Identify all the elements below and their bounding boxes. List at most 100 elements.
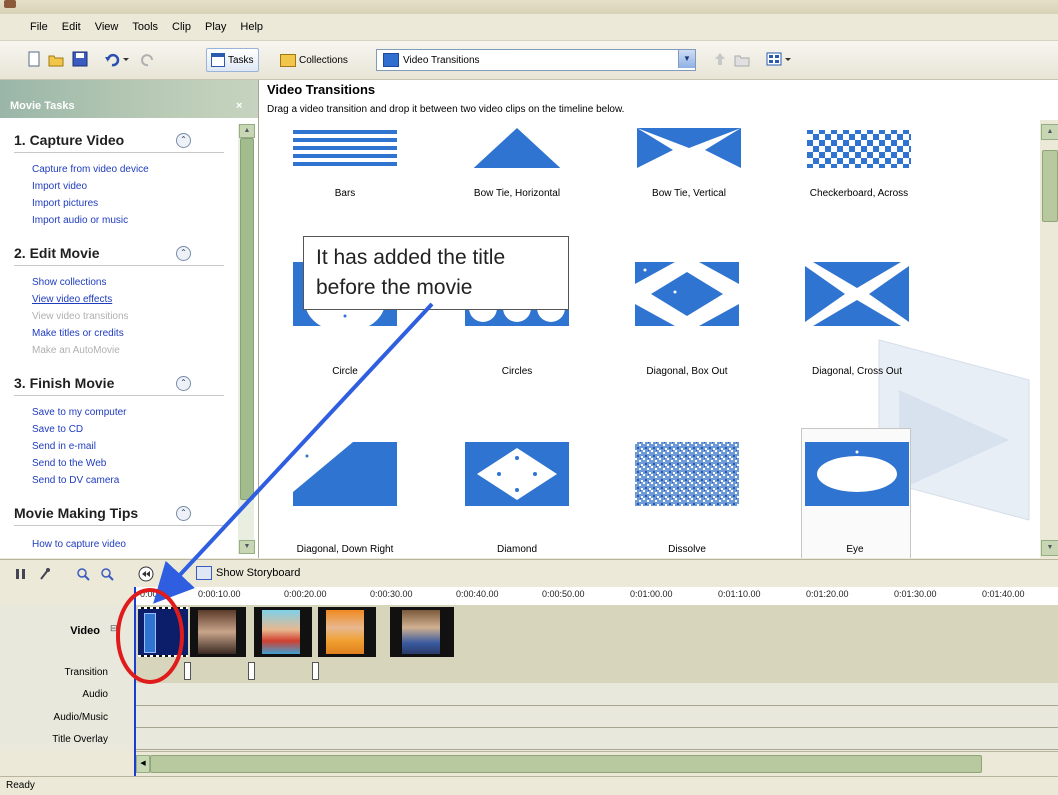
transition-thumb-diagonal-cross-out[interactable] [805, 262, 909, 326]
menu-file[interactable]: File [30, 14, 48, 40]
scroll-down-icon[interactable]: ▼ [1041, 540, 1058, 556]
rewind-timeline-icon[interactable] [138, 566, 154, 582]
set-audio-levels-icon[interactable] [14, 567, 28, 581]
link-save-to-cd[interactable]: Save to CD [32, 424, 83, 435]
transition-label: Checkerboard, Across [809, 188, 909, 199]
menu-edit[interactable]: Edit [62, 14, 81, 40]
transition-thumb-eye[interactable] [805, 442, 909, 506]
callout-line-1: It has added the title [316, 246, 506, 269]
video-clip[interactable] [390, 607, 454, 657]
save-icon[interactable] [72, 51, 88, 67]
ruler-tick: 0:01:30.00 [894, 589, 937, 599]
transitions-scrollbar[interactable]: ▲ ▼ [1040, 120, 1058, 558]
scroll-thumb[interactable] [1042, 150, 1058, 222]
tasks-scrollbar[interactable]: ▲ ▼ [238, 124, 255, 554]
transition-thumb-diagonal-down-right[interactable] [293, 442, 397, 506]
link-make-automovie: Make an AutoMovie [32, 345, 120, 356]
transition-thumb-diamond[interactable] [465, 442, 569, 506]
link-capture-from-device[interactable]: Capture from video device [32, 164, 149, 175]
undo-icon[interactable] [104, 51, 120, 67]
video-clip[interactable] [254, 607, 312, 657]
new-collection-folder-icon[interactable] [734, 51, 750, 67]
link-send-dv[interactable]: Send to DV camera [32, 475, 119, 486]
section-edit-movie[interactable]: 2. Edit Movie [14, 245, 100, 261]
combo-dropdown-arrow[interactable]: ▼ [678, 50, 695, 68]
menu-play[interactable]: Play [205, 14, 226, 40]
playhead[interactable] [134, 587, 136, 777]
scroll-left-icon[interactable]: ◀ [136, 755, 150, 773]
transition-marker[interactable] [248, 662, 255, 680]
section-capture-video[interactable]: 1. Capture Video [14, 132, 124, 148]
menu-clip[interactable]: Clip [172, 14, 191, 40]
scroll-thumb[interactable] [150, 755, 982, 773]
collection-combo[interactable]: Video Transitions ▼ [376, 49, 696, 71]
narrate-timeline-icon[interactable] [38, 567, 52, 581]
link-import-pictures[interactable]: Import pictures [32, 198, 98, 209]
link-import-audio[interactable]: Import audio or music [32, 215, 128, 226]
up-one-level-icon[interactable] [712, 51, 728, 67]
zoom-in-icon[interactable] [76, 567, 90, 581]
timeline-ruler[interactable]: 0:00 0:00:10.00 0:00:20.00 0:00:30.00 0:… [136, 587, 1058, 606]
track-divider [136, 727, 1058, 728]
redo-icon[interactable] [140, 51, 156, 67]
undo-dropdown-icon[interactable] [122, 51, 130, 67]
collapse-chevron-icon[interactable]: ⌃ [176, 133, 191, 148]
transition-thumb-bow-tie-horizontal[interactable] [465, 120, 569, 168]
transition-label: Diagonal, Cross Out [811, 366, 903, 377]
page-subtitle: Drag a video transition and drop it betw… [267, 104, 625, 115]
scroll-thumb[interactable] [240, 138, 254, 500]
views-dropdown-icon[interactable] [784, 51, 792, 67]
film-perforation [138, 607, 188, 609]
section-movie-tips[interactable]: Movie Making Tips [14, 505, 138, 521]
collections-button[interactable]: Collections [275, 48, 353, 72]
link-import-video[interactable]: Import video [32, 181, 87, 192]
close-tasks-icon[interactable]: × [236, 100, 242, 112]
video-clip[interactable] [318, 607, 376, 657]
link-how-to-capture[interactable]: How to capture video [32, 539, 126, 550]
timeline-scrollbar[interactable]: ◀ [136, 751, 1058, 776]
collapse-chevron-icon[interactable]: ⌃ [176, 246, 191, 261]
collapse-chevron-icon[interactable]: ⌃ [176, 506, 191, 521]
toolbar: Tasks Collections Video Transitions ▼ [0, 41, 1058, 80]
video-track[interactable] [136, 605, 1058, 660]
collapse-chevron-icon[interactable]: ⌃ [176, 376, 191, 391]
expand-track-icon[interactable]: ⊟ [110, 623, 118, 634]
section-finish-movie[interactable]: 3. Finish Movie [14, 375, 114, 391]
transition-thumb-dissolve[interactable] [635, 442, 739, 506]
link-show-collections[interactable]: Show collections [32, 277, 106, 288]
transition-thumb-diagonal-box-out[interactable] [635, 262, 739, 326]
track-label-audio-music: Audio/Music [53, 712, 108, 723]
combo-value: Video Transitions [403, 54, 480, 66]
transition-marker[interactable] [312, 662, 319, 680]
link-view-video-effects[interactable]: View video effects [32, 294, 112, 305]
zoom-out-icon[interactable] [100, 567, 114, 581]
scroll-up-icon[interactable]: ▲ [239, 124, 255, 138]
scroll-up-icon[interactable]: ▲ [1041, 124, 1058, 140]
transition-label: Eye [846, 544, 864, 555]
tasks-button[interactable]: Tasks [206, 48, 259, 72]
transition-thumb-bars[interactable] [293, 120, 397, 168]
link-send-web[interactable]: Send to the Web [32, 458, 106, 469]
ruler-tick: 0:01:20.00 [806, 589, 849, 599]
link-save-to-computer[interactable]: Save to my computer [32, 407, 126, 418]
menu-help[interactable]: Help [240, 14, 263, 40]
menu-tools[interactable]: Tools [132, 14, 158, 40]
transition-thumb-bow-tie-vertical[interactable] [637, 120, 741, 168]
scroll-down-icon[interactable]: ▼ [239, 540, 255, 554]
transition-marker[interactable] [184, 662, 191, 680]
track-label-video: Video [70, 625, 100, 637]
title-clip[interactable] [138, 607, 188, 657]
link-make-titles[interactable]: Make titles or credits [32, 328, 124, 339]
transition-track[interactable] [136, 659, 1058, 683]
callout-line-2: before the movie [316, 276, 473, 299]
transition-thumb-checkerboard-across[interactable] [807, 120, 911, 168]
open-project-icon[interactable] [48, 51, 64, 67]
new-project-icon[interactable] [26, 51, 42, 67]
menu-view[interactable]: View [95, 14, 119, 40]
link-send-email[interactable]: Send in e-mail [32, 441, 96, 452]
views-icon[interactable] [766, 51, 782, 67]
app-logo-icon [4, 0, 16, 8]
divider [14, 395, 224, 396]
video-clip[interactable] [190, 607, 246, 657]
show-storyboard-button[interactable]: Show Storyboard [196, 566, 300, 580]
